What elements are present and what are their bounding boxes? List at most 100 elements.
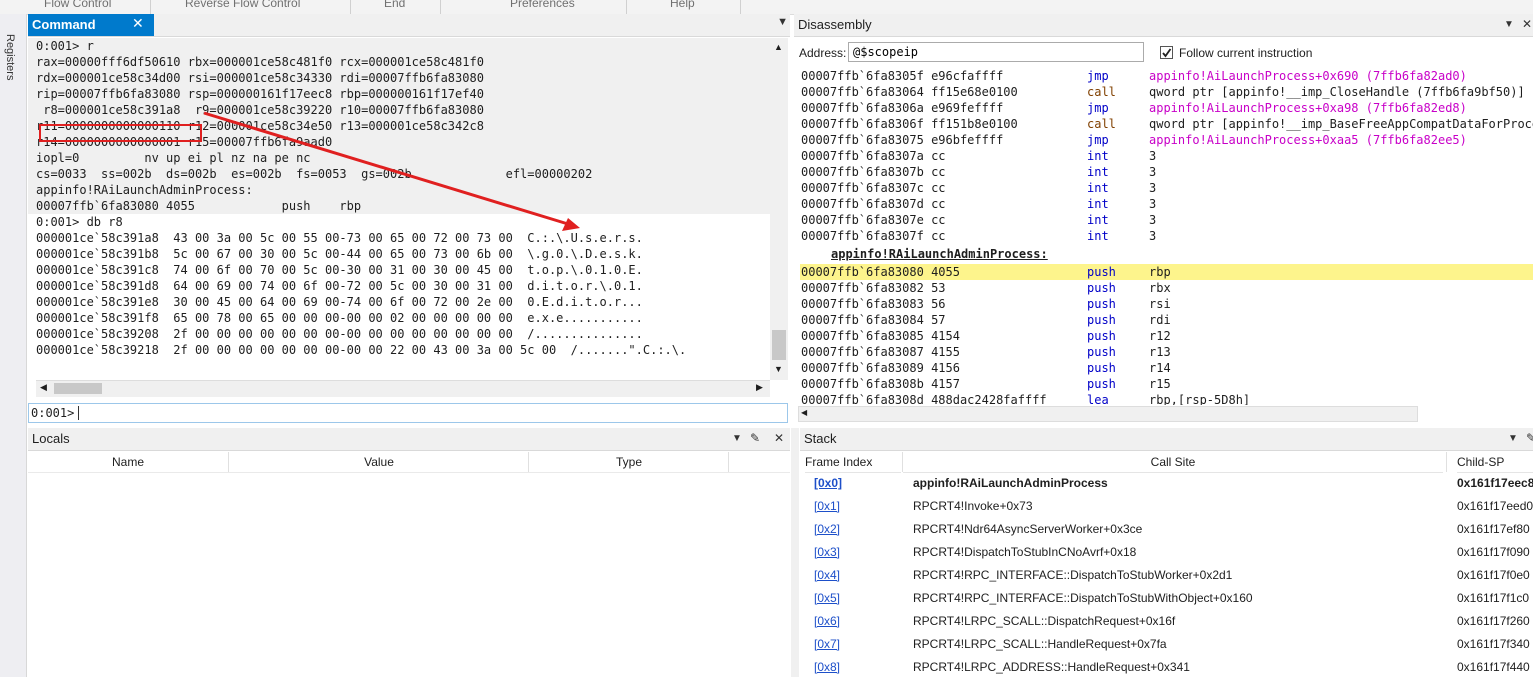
stack-row[interactable]: [0x3] RPCRT4!DispatchToStubInCNoAvrf+0x18… bbox=[800, 541, 1533, 564]
stack-row[interactable]: [0x1] RPCRT4!Invoke+0x73 0x161f17eed0 bbox=[800, 495, 1533, 518]
call-site: RPCRT4!RPC_INTERFACE::DispatchToStubWork… bbox=[913, 568, 1233, 582]
output-line: 0:001> r bbox=[28, 38, 770, 54]
close-icon[interactable]: ✕ bbox=[132, 15, 144, 32]
disasm-line: 00007ffb`6fa83087 4155 push r13 bbox=[801, 344, 1171, 360]
disasm-mnemonic: jmp bbox=[1087, 70, 1109, 83]
tab-menu-icon[interactable]: ▼ bbox=[777, 16, 788, 28]
frame-index-link[interactable]: [0x0] bbox=[814, 472, 842, 495]
frame-index-link[interactable]: [0x4] bbox=[814, 564, 840, 587]
frame-index-link[interactable]: [0x8] bbox=[814, 656, 840, 679]
disasm-operand: appinfo!AiLaunchProcess+0xa98 (7ffb6fa82… bbox=[1149, 101, 1467, 115]
column-header-child-sp[interactable]: Child-SP bbox=[1457, 452, 1533, 473]
output-line: rdx=000001ce58c34d00 rsi=000001ce58c3433… bbox=[28, 70, 770, 86]
stack-row[interactable]: [0x6] RPCRT4!LRPC_SCALL::DispatchRequest+… bbox=[800, 610, 1533, 633]
ribbon-reverse-flow-control[interactable]: Reverse Flow Control bbox=[185, 0, 300, 10]
disasm-bytes: cc bbox=[931, 181, 946, 195]
pane-splitter[interactable] bbox=[791, 428, 799, 677]
scroll-thumb[interactable] bbox=[772, 330, 786, 360]
disasm-address: 00007ffb`6fa8307c bbox=[801, 181, 924, 195]
disasm-bytes: 4055 bbox=[931, 265, 960, 279]
disassembly-panel: Disassembly ▼ ✕ Address: Follow current … bbox=[794, 14, 1533, 424]
child-sp: 0x161f17f1c0 bbox=[1457, 591, 1530, 605]
command-input-row[interactable]: 0:001> bbox=[28, 403, 788, 423]
stack-row[interactable]: [0x8] RPCRT4!LRPC_ADDRESS::HandleRequest+… bbox=[800, 656, 1533, 679]
close-icon[interactable]: ✕ bbox=[774, 431, 784, 445]
call-site: RPCRT4!RPC_INTERFACE::DispatchToStubWith… bbox=[913, 591, 1253, 605]
frame-index-link[interactable]: [0x7] bbox=[814, 633, 840, 656]
column-header-value[interactable]: Value bbox=[229, 452, 529, 473]
disasm-operand: appinfo!AiLaunchProcess+0x690 (7ffb6fa82… bbox=[1149, 70, 1467, 83]
child-sp: 0x161f17f440 bbox=[1457, 660, 1530, 674]
scroll-down-icon[interactable]: ▼ bbox=[774, 364, 783, 374]
tab-menu-icon[interactable]: ▼ bbox=[1504, 19, 1514, 30]
scroll-thumb[interactable] bbox=[54, 383, 102, 394]
output-line: cs=0033 ss=002b ds=002b es=002b fs=0053 … bbox=[28, 166, 770, 182]
locals-body[interactable] bbox=[28, 472, 790, 678]
pin-icon[interactable]: ✕ bbox=[1522, 17, 1532, 31]
command-tab[interactable]: Command ✕ bbox=[28, 14, 154, 36]
scroll-right-icon[interactable]: ▶ bbox=[756, 382, 763, 393]
function-label: appinfo!RAiLaunchAdminProcess: bbox=[831, 247, 1048, 261]
frame-index-link[interactable]: [0x6] bbox=[814, 610, 840, 633]
column-header-type[interactable]: Type bbox=[529, 452, 729, 473]
disasm-mnemonic: int bbox=[1087, 213, 1109, 227]
column-divider[interactable] bbox=[1446, 452, 1447, 472]
tab-menu-icon[interactable]: ▼ bbox=[732, 433, 742, 444]
frame-index-link[interactable]: [0x2] bbox=[814, 518, 840, 541]
frame-index-link[interactable]: [0x1] bbox=[814, 495, 840, 518]
output-line: 000001ce`58c39208 2f 00 00 00 00 00 00 0… bbox=[36, 327, 643, 341]
child-sp: 0x161f17f090 bbox=[1457, 545, 1530, 559]
r8-highlight-box bbox=[39, 124, 202, 142]
address-input[interactable] bbox=[848, 42, 1144, 62]
frame-index-link[interactable]: [0x3] bbox=[814, 541, 840, 564]
disassembly-horizontal-scrollbar[interactable]: ◀ bbox=[798, 406, 1418, 422]
disasm-mnemonic: int bbox=[1087, 181, 1109, 195]
disasm-bytes: cc bbox=[931, 165, 946, 179]
follow-checkbox[interactable] bbox=[1160, 46, 1173, 59]
stack-row[interactable]: [0x4] RPCRT4!RPC_INTERFACE::DispatchToStu… bbox=[800, 564, 1533, 587]
scroll-up-icon[interactable]: ▲ bbox=[774, 42, 783, 52]
disasm-line: 00007ffb`6fa8308d 488dac2428faffff lea rbp… bbox=[801, 392, 1250, 405]
column-header-name[interactable]: Name bbox=[28, 452, 228, 473]
tab-menu-icon[interactable]: ▼ bbox=[1508, 433, 1518, 444]
ribbon-end[interactable]: End bbox=[384, 0, 405, 10]
disasm-address: 00007ffb`6fa8307d bbox=[801, 197, 924, 211]
child-sp: 0x161f17eed0 bbox=[1457, 499, 1533, 513]
ribbon-help[interactable]: Help bbox=[670, 0, 695, 10]
command-output[interactable]: 0:001> r rax=00000fff6df50610 rbx=000001… bbox=[28, 38, 770, 378]
pin-icon[interactable]: ✎ bbox=[1526, 431, 1533, 445]
disasm-line: 00007ffb`6fa8306a e969feffff jmp appinfo!A… bbox=[801, 100, 1467, 116]
disasm-mnemonic: lea bbox=[1087, 393, 1109, 405]
column-divider[interactable] bbox=[728, 452, 729, 472]
ribbon-preferences[interactable]: Preferences bbox=[510, 0, 575, 10]
registers-side-tab[interactable]: Registers bbox=[0, 14, 27, 677]
address-row: Address: Follow current instruction bbox=[794, 38, 1533, 68]
column-header-call-site[interactable]: Call Site bbox=[903, 452, 1443, 473]
disasm-bytes: 53 bbox=[931, 281, 946, 295]
checkmark-icon bbox=[1162, 48, 1172, 58]
stack-row[interactable]: [0x5] RPCRT4!RPC_INTERFACE::DispatchToStu… bbox=[800, 587, 1533, 610]
ribbon-flow-control[interactable]: Flow Control bbox=[44, 0, 111, 10]
disasm-address: 00007ffb`6fa8307a bbox=[801, 149, 924, 163]
disassembly-listing[interactable]: 00007ffb`6fa8305f e96cfaffff jmp appinfo!A… bbox=[794, 70, 1533, 405]
stack-row[interactable]: [0x0] appinfo!RAiLaunchAdminProcess 0x161f… bbox=[800, 472, 1533, 495]
scroll-left-icon[interactable]: ◀ bbox=[801, 408, 807, 417]
disasm-address: 00007ffb`6fa8306f bbox=[801, 117, 924, 131]
command-vertical-scrollbar[interactable]: ▲ ▼ bbox=[770, 38, 788, 380]
call-site: appinfo!RAiLaunchAdminProcess bbox=[913, 476, 1108, 490]
disasm-operand: rbx bbox=[1149, 281, 1171, 295]
disasm-operand: qword ptr [appinfo!__imp_BaseFreeAppComp… bbox=[1149, 117, 1533, 131]
stack-row[interactable]: [0x2] RPCRT4!Ndr64AsyncServerWorker+0x3ce… bbox=[800, 518, 1533, 541]
disasm-address: 00007ffb`6fa83083 bbox=[801, 297, 924, 311]
scroll-left-icon[interactable]: ◀ bbox=[40, 382, 47, 393]
column-header-frame-index[interactable]: Frame Index bbox=[805, 452, 901, 473]
pin-icon[interactable]: ✎ bbox=[750, 431, 760, 445]
stack-row[interactable]: [0x7] RPCRT4!LRPC_SCALL::HandleRequest+0x… bbox=[800, 633, 1533, 656]
disasm-bytes: 4154 bbox=[931, 329, 960, 343]
disasm-current-line: 00007ffb`6fa83080 4055 push rbp bbox=[800, 264, 1533, 280]
command-horizontal-scrollbar[interactable]: ◀ ▶ bbox=[36, 380, 770, 397]
frame-index-link[interactable]: [0x5] bbox=[814, 587, 840, 610]
disasm-address: 00007ffb`6fa8307f bbox=[801, 229, 924, 243]
command-input[interactable] bbox=[79, 405, 783, 423]
disasm-bytes: 488dac2428faffff bbox=[931, 393, 1047, 405]
